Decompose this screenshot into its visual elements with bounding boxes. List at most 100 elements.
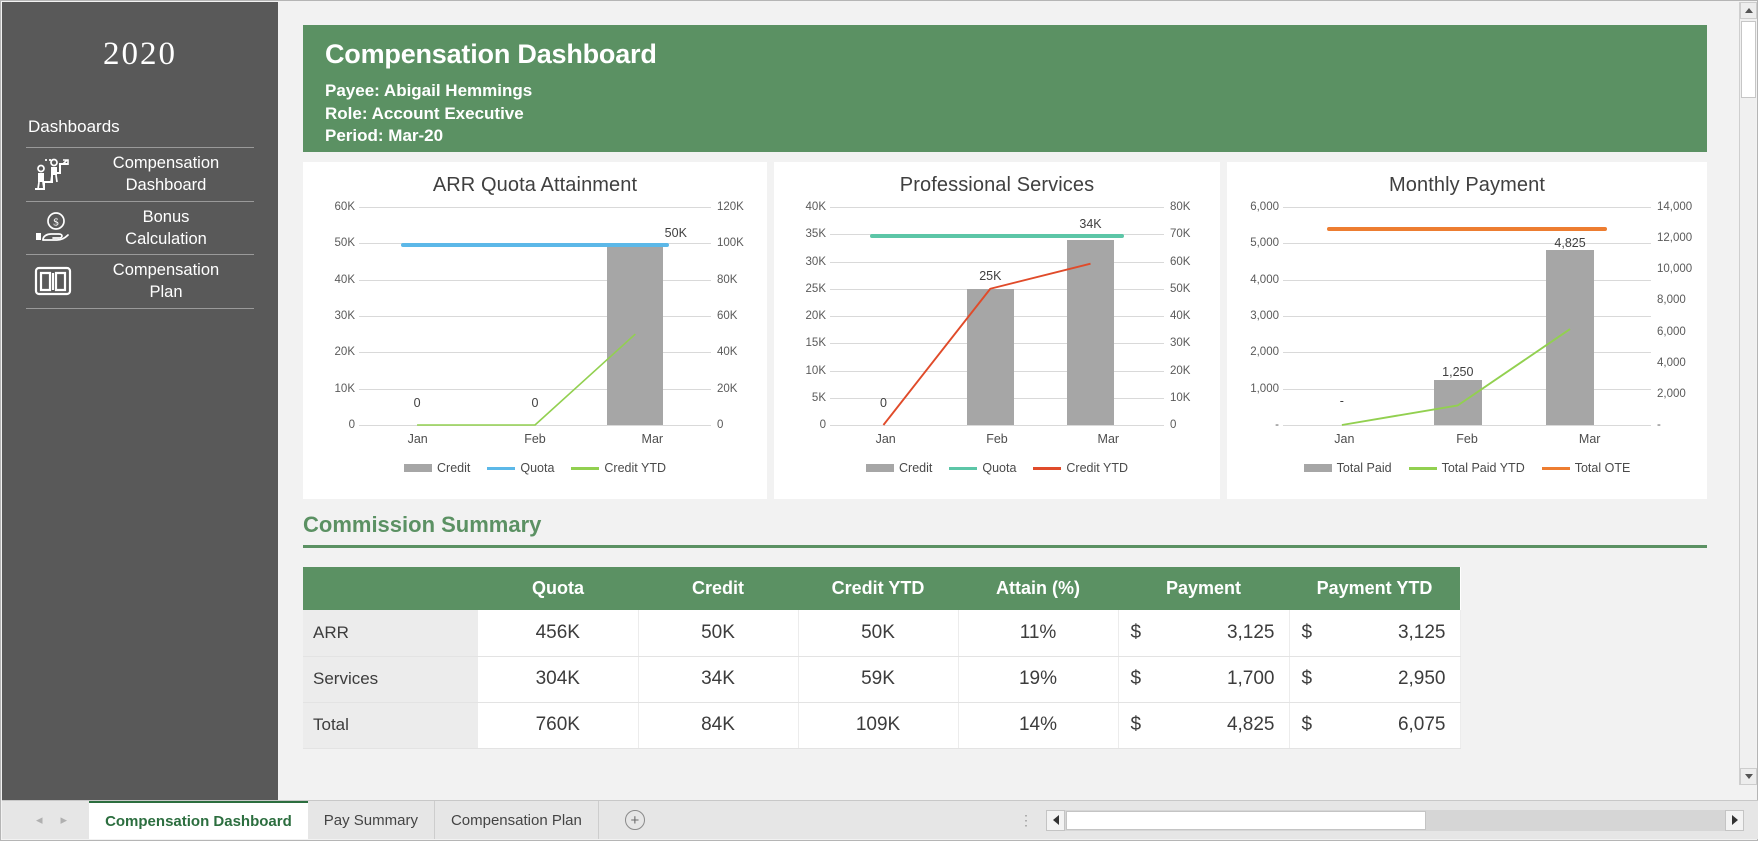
left-axis: 6,000 5,000 4,000 3,000 2,000 1,000 -: [1250, 201, 1279, 431]
vertical-scrollbar[interactable]: [1739, 2, 1757, 785]
sidebar-item-label: Bonus Calculation: [125, 207, 207, 248]
currency-symbol: $: [1301, 621, 1313, 643]
table-header-row: Quota Credit Credit YTD Attain (%) Payme…: [303, 567, 1460, 610]
row-label: Services: [303, 656, 478, 703]
hscroll-right-button[interactable]: [1725, 809, 1744, 831]
charts-row: ARR Quota Attainment 60K 50K 40K 30K 20K…: [303, 162, 1707, 499]
legend-item-total-ote[interactable]: Total OTE: [1541, 461, 1630, 475]
chevron-right-icon: [1731, 815, 1738, 825]
hscroll-track[interactable]: [1065, 809, 1725, 831]
cell-quota: 760K: [478, 702, 639, 749]
currency-symbol: $: [1130, 714, 1142, 735]
tab-split-grip[interactable]: ⋮: [1019, 812, 1034, 829]
x-tick-mar: Mar: [641, 432, 664, 446]
chevron-up-icon: [1744, 8, 1753, 13]
cell-payment: $ 4,825: [1118, 702, 1290, 749]
right-axis: 14,000 12,000 10,000 8,000 6,000 4,000 2…: [1657, 201, 1693, 431]
plot-grid: 50K 0 0: [359, 207, 711, 425]
cell-quota: 304K: [478, 656, 639, 703]
left-axis: 60K 50K 40K 30K 20K 10K 0: [334, 201, 355, 431]
table-row: ARR 456K 50K 50K 11% $ 3,125 $ 3,125: [303, 610, 1461, 657]
sidebar-year: 2020: [103, 36, 177, 72]
chart-title: Monthly Payment: [1388, 174, 1545, 196]
legend-swatch-icon: [1303, 464, 1332, 472]
cell-quota: 456K: [478, 610, 639, 657]
legend-swatch-icon: [1033, 466, 1062, 470]
sheet-tab-compensation-plan[interactable]: Compensation Plan: [435, 801, 599, 839]
cell-payment: $ 3,125: [1118, 610, 1290, 657]
chart-card-arr-quota-attainment: ARR Quota Attainment 60K 50K 40K 30K 20K…: [303, 162, 767, 499]
svg-text:$: $: [53, 216, 59, 228]
legend-swatch-icon: [866, 464, 894, 472]
x-axis-labels: Jan Feb Mar: [359, 425, 711, 446]
people-growth-icon: [26, 156, 80, 192]
sidebar-item-bonus-calculation[interactable]: $ Bonus Calculation: [26, 200, 254, 255]
currency-symbol: $: [1130, 668, 1142, 689]
plot-grid: 34K 0 25K: [830, 207, 1164, 426]
section-divider: [303, 545, 1707, 548]
legend-item-total-paid-ytd[interactable]: Total Paid YTD: [1408, 461, 1525, 475]
col-header-attain: Attain (%): [958, 567, 1118, 610]
data-label-mar: 4,825: [1554, 235, 1586, 250]
sheet-prev-button[interactable]: ◂: [36, 812, 43, 828]
sheet-tab-compensation-dashboard[interactable]: Compensation Dashboard: [89, 801, 308, 839]
chart-card-professional-services: Professional Services 40K 35K 30K 25K 20…: [774, 162, 1220, 499]
right-axis: 120K 100K 80K 60K 40K 20K 0: [717, 201, 744, 431]
col-header-blank: [303, 567, 478, 610]
data-label-feb: 0: [531, 395, 539, 410]
hand-coin-icon: $: [26, 211, 80, 245]
legend-item-total-paid[interactable]: Total Paid: [1303, 461, 1392, 475]
section-title: Commission Summary: [303, 512, 542, 537]
page-title: Compensation Dashboard: [325, 39, 657, 69]
commission-summary-table-wrap: Quota Credit Credit YTD Attain (%) Payme…: [303, 567, 1461, 749]
cell-payment: $ 1,700: [1118, 656, 1290, 703]
cell-credit-ytd: 109K: [798, 702, 959, 749]
banner-role: Role: Account Executive: [325, 103, 524, 123]
chart-plot-area: 6,000 5,000 4,000 3,000 2,000 1,000 - 14…: [1227, 201, 1707, 446]
currency-symbol: $: [1130, 621, 1142, 643]
chevron-left-icon: [1052, 815, 1059, 825]
x-tick-mar: Mar: [1097, 432, 1120, 446]
data-label-jan: 0: [879, 395, 887, 410]
hscroll-left-button[interactable]: [1046, 809, 1065, 831]
vertical-scroll-thumb[interactable]: [1741, 21, 1756, 98]
x-tick-mar: Mar: [1578, 432, 1601, 446]
cell-credit: 34K: [638, 656, 799, 703]
currency-symbol: $: [1301, 714, 1313, 735]
data-label-jan: 0: [413, 395, 421, 410]
legend-item-credit-ytd[interactable]: Credit YTD: [571, 461, 666, 475]
table-row: Total 760K 84K 109K 14% $ 4,825 $ 6,075: [303, 702, 1461, 749]
scroll-down-button[interactable]: [1740, 768, 1757, 785]
cell-credit-ytd: 59K: [798, 656, 959, 703]
add-sheet-button[interactable]: +: [624, 810, 645, 830]
legend-item-credit[interactable]: Credit: [404, 461, 470, 475]
sidebar-item-compensation-dashboard[interactable]: Compensation Dashboard: [26, 147, 254, 201]
sidebar-nav-list: Compensation Dashboard $ Bonus Calculation: [26, 147, 254, 309]
horizontal-scrollbar[interactable]: [1046, 809, 1744, 831]
sidebar-item-compensation-plan[interactable]: Compensation Plan: [26, 254, 254, 309]
sheet-tab-pay-summary[interactable]: Pay Summary: [308, 801, 435, 839]
legend-item-quota[interactable]: Quota: [949, 461, 1016, 475]
sheet-next-button[interactable]: ▸: [61, 812, 68, 828]
cell-attain: 11%: [958, 610, 1119, 657]
legend-swatch-icon: [1541, 466, 1570, 470]
scroll-up-button[interactable]: [1740, 2, 1757, 19]
cell-payment-ytd: $ 3,125: [1289, 610, 1461, 657]
legend-item-credit[interactable]: Credit: [866, 461, 932, 475]
total-paid-ytd-line: [1283, 207, 1651, 425]
col-header-quota: Quota: [478, 567, 638, 610]
sidebar-section-label: Dashboards: [28, 117, 120, 136]
row-label: Total: [303, 702, 478, 749]
legend-item-quota[interactable]: Quota: [487, 461, 554, 475]
chevron-down-icon: [1744, 774, 1753, 779]
credit-ytd-line: [830, 207, 1164, 425]
table-row: Services 304K 34K 59K 19% $ 1,700 $ 2,95…: [303, 656, 1461, 703]
x-tick-feb: Feb: [1456, 432, 1478, 446]
legend-item-credit-ytd[interactable]: Credit YTD: [1033, 461, 1128, 475]
horizontal-scroll-thumb[interactable]: [1066, 810, 1426, 830]
banner-payee: Payee: Abigail Hemmings: [325, 81, 533, 100]
cell-payment-value: 1,700: [1226, 668, 1275, 689]
banner-period: Period: Mar-20: [325, 126, 444, 146]
x-tick-feb: Feb: [524, 432, 546, 446]
legend-swatch-icon: [571, 466, 600, 470]
